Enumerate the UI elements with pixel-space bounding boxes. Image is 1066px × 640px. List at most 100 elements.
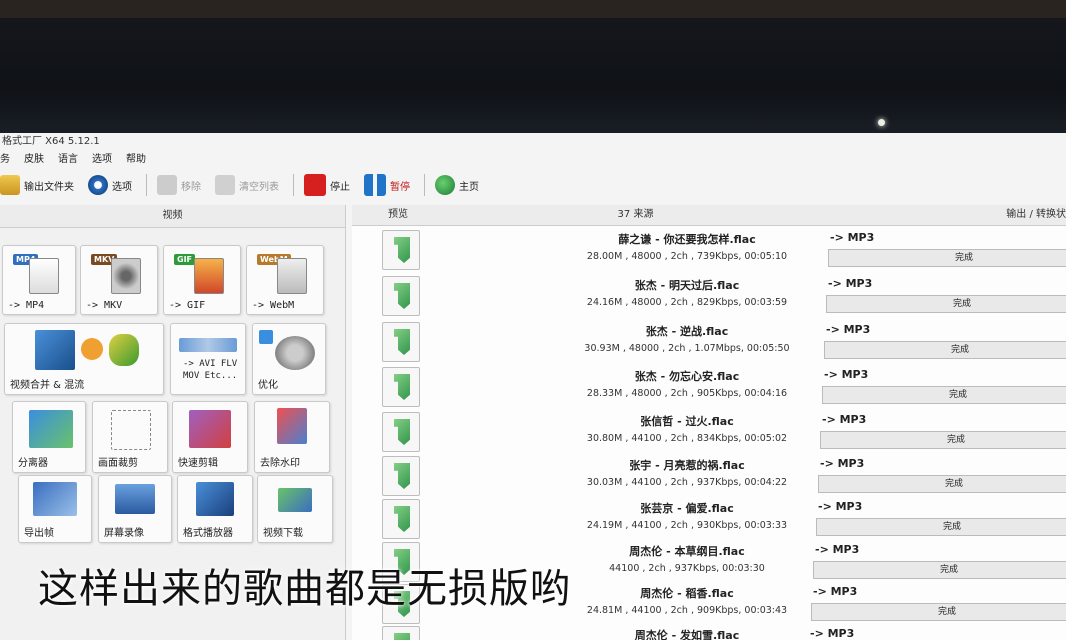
table-row[interactable]: 张信哲 - 过火.flac 30.80M , 44100 , 2ch , 834… (352, 409, 1066, 454)
output-folder-label: 输出文件夹 (24, 181, 74, 193)
desktop-background (0, 18, 1066, 136)
table-row[interactable]: 张杰 - 逆战.flac 30.93M , 48000 , 2ch , 1.07… (352, 319, 1066, 364)
tile-label: 视频合并 & 混流 (10, 380, 85, 391)
status-bar: 完成 (822, 386, 1066, 404)
output-header-label: 输出 / 转换状态 (1006, 209, 1066, 220)
status-bar: 完成 (811, 603, 1066, 621)
output-format: -> MP3 (818, 500, 863, 513)
format-player-tile[interactable]: 格式播放器 (177, 475, 253, 543)
convert-mp4-tile[interactable]: MP4 -> MP4 (2, 245, 76, 315)
status-bar: 完成 (820, 431, 1066, 449)
table-row[interactable]: 张杰 - 明天过后.flac 24.16M , 48000 , 2ch , 82… (352, 273, 1066, 318)
status-bar: 完成 (826, 295, 1066, 313)
tile-label: 导出帧 (24, 528, 54, 539)
player-icon (196, 482, 234, 516)
category-header[interactable]: 视频 (0, 205, 345, 228)
reel-file-icon (111, 258, 141, 294)
output-format: -> MP3 (815, 543, 860, 556)
audio-file-icon (382, 456, 420, 496)
convert-webm-tile[interactable]: WebM -> WebM (246, 245, 324, 315)
clear-list-button[interactable]: 清空列表 (215, 175, 279, 195)
stop-label: 停止 (330, 181, 350, 193)
menu-task[interactable]: 务 (0, 152, 10, 168)
home-button[interactable]: 主页 (435, 175, 479, 195)
window-title: 格式工厂 X64 5.12.1 (2, 136, 100, 147)
clear-icon (215, 175, 235, 195)
table-row[interactable]: 周杰伦 - 发如雪.flac -> MP3 (352, 623, 1066, 640)
toolbar-divider (424, 174, 425, 196)
menu-help[interactable]: 帮助 (126, 152, 146, 168)
quick-clip-tile[interactable]: 快速剪辑 (172, 401, 248, 473)
pause-icon (364, 174, 386, 196)
tile-label: -> WebM (252, 300, 295, 311)
tile-label: 快速剪辑 (178, 458, 218, 469)
table-row[interactable]: 张杰 - 勿忘心安.flac 28.33M , 48000 , 2ch , 90… (352, 364, 1066, 409)
column-header-preview[interactable]: 预览 (352, 205, 445, 226)
video-download-tile[interactable]: 视频下载 (257, 475, 333, 543)
overlay-caption: 这样出来的歌曲都是无损版哟 (38, 566, 571, 612)
tile-label: -> AVI FLV MOV Etc... (183, 359, 238, 381)
tile-label: -> MP4 (8, 300, 45, 311)
options-label: 选项 (112, 181, 132, 193)
clear-list-label: 清空列表 (239, 181, 279, 193)
film-file-icon (277, 258, 307, 294)
pause-button[interactable]: 暂停 (364, 174, 410, 196)
table-row[interactable]: 张宇 - 月亮惹的祸.flac 30.03M , 44100 , 2ch , 9… (352, 453, 1066, 498)
output-format: -> MP3 (824, 368, 869, 381)
globe-icon (435, 175, 455, 195)
audio-file-icon (382, 230, 420, 270)
remove-watermark-tile[interactable]: 去除水印 (254, 401, 330, 473)
file-info: 30.93M , 48000 , 2ch , 1.07Mbps, 00:05:5… (584, 343, 790, 354)
tile-label: 视频下载 (263, 528, 303, 539)
file-info: 28.33M , 48000 , 2ch , 905Kbps, 00:04:16 (586, 388, 788, 399)
file-name: 张信哲 - 过火.flac (640, 415, 734, 428)
menu-language[interactable]: 语言 (58, 152, 78, 168)
monitor-icon (115, 484, 155, 514)
screen-record-tile[interactable]: 屏幕录像 (98, 475, 172, 543)
status-bar: 完成 (828, 249, 1066, 267)
export-frames-tile[interactable]: 导出帧 (18, 475, 92, 543)
column-header-source[interactable]: 37 来源 (444, 205, 828, 226)
film-strip-icon (35, 330, 75, 370)
optimize-tile[interactable]: 优化 (252, 323, 326, 395)
toolbar-divider (146, 174, 147, 196)
output-format: -> MP3 (826, 323, 871, 336)
output-format: -> MP3 (822, 413, 867, 426)
stop-button[interactable]: 停止 (304, 174, 350, 196)
column-header-output[interactable]: 输出 / 转换状态 (827, 205, 1066, 226)
crop-tile[interactable]: 画面裁剪 (92, 401, 168, 473)
quick-clip-icon (189, 410, 231, 448)
status-bar: 完成 (816, 518, 1066, 536)
file-name: 张杰 - 逆战.flac (645, 325, 729, 338)
table-row[interactable]: 张芸京 - 偏爱.flac 24.19M , 44100 , 2ch , 930… (352, 496, 1066, 541)
format-icons-strip (179, 338, 237, 352)
status-bar: 完成 (824, 341, 1066, 359)
file-name: 薛之谦 - 你还要我怎样.flac (618, 233, 756, 246)
file-name: 张杰 - 明天过后.flac (634, 279, 740, 292)
scissors-icon (111, 410, 151, 450)
output-format: -> MP3 (820, 457, 865, 470)
tile-label: 格式播放器 (183, 528, 233, 539)
menu-options[interactable]: 选项 (92, 152, 112, 168)
table-row[interactable]: 薛之谦 - 你还要我怎样.flac 28.00M , 48000 , 2ch ,… (352, 227, 1066, 272)
splitter-icon (29, 410, 73, 448)
file-info: 24.16M , 48000 , 2ch , 829Kbps, 00:03:59 (586, 297, 788, 308)
remove-icon (157, 175, 177, 195)
convert-other-formats-tile[interactable]: -> AVI FLV MOV Etc... (170, 323, 246, 395)
output-format: -> MP3 (810, 627, 855, 640)
output-folder-button[interactable]: 输出文件夹 (0, 175, 74, 195)
convert-gif-tile[interactable]: GIF -> GIF (163, 245, 241, 315)
file-name: 张宇 - 月亮惹的祸.flac (629, 459, 745, 472)
plus-icon (81, 338, 103, 360)
convert-mkv-tile[interactable]: MKV -> MKV (80, 245, 158, 315)
remove-button[interactable]: 移除 (157, 175, 201, 195)
film-file-icon (29, 258, 59, 294)
splitter-tile[interactable]: 分离器 (12, 401, 86, 473)
audio-file-icon (382, 367, 420, 407)
options-button[interactable]: 选项 (88, 175, 132, 195)
tile-label: 去除水印 (260, 458, 300, 469)
menu-skin[interactable]: 皮肤 (24, 152, 44, 168)
frames-icon (33, 482, 77, 516)
merge-mux-tile[interactable]: 视频合并 & 混流 (4, 323, 164, 395)
tile-label: 优化 (258, 380, 278, 391)
